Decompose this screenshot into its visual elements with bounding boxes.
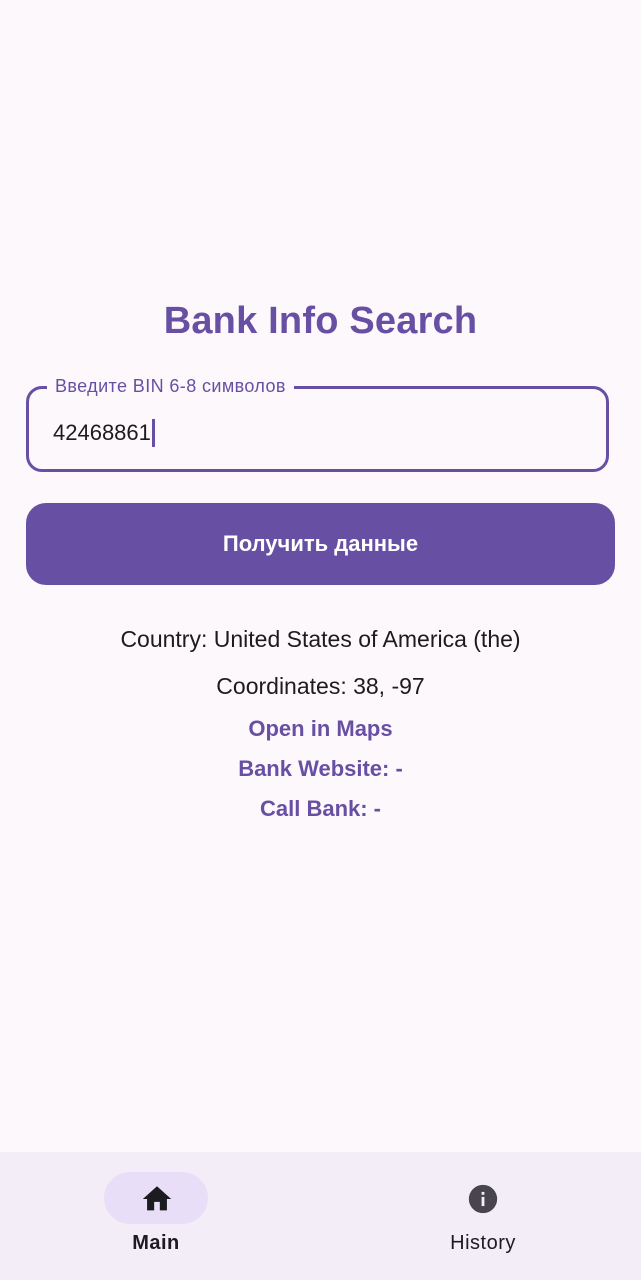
main-screen: Bank Info Search Введите BIN 6-8 символо… xyxy=(0,0,641,1280)
call-bank-link[interactable]: Call Bank: - xyxy=(260,796,381,821)
nav-label-history: History xyxy=(450,1232,516,1254)
nav-item-main[interactable]: Main xyxy=(0,1152,320,1280)
open-in-maps-link[interactable]: Open in Maps xyxy=(248,716,392,741)
country-text: Country: United States of America (the) xyxy=(120,626,521,652)
text-cursor xyxy=(151,419,155,447)
home-icon xyxy=(142,1186,172,1211)
open-in-maps-row: Open in Maps xyxy=(0,716,641,742)
nav-item-history[interactable]: History xyxy=(321,1152,641,1280)
bank-website-link[interactable]: Bank Website: - xyxy=(238,756,403,781)
nav-label-main: Main xyxy=(132,1232,180,1254)
bin-input-field[interactable]: Введите BIN 6-8 символов 42468861 xyxy=(26,374,609,472)
bottom-navigation-bar: Main History xyxy=(0,1152,641,1280)
call-bank-row: Call Bank: - xyxy=(0,796,641,822)
bank-website-row: Bank Website: - xyxy=(0,756,641,782)
coordinates-text: Coordinates: 38, -97 xyxy=(216,673,425,699)
bin-input-label: Введите BIN 6-8 символов xyxy=(47,374,294,398)
page-title: Bank Info Search xyxy=(163,300,478,342)
get-data-button[interactable]: Получить данные xyxy=(26,503,615,585)
bin-input-value-wrap[interactable]: 42468861 xyxy=(53,419,155,447)
bin-input-value[interactable]: 42468861 xyxy=(53,420,151,446)
info-icon xyxy=(468,1184,498,1214)
